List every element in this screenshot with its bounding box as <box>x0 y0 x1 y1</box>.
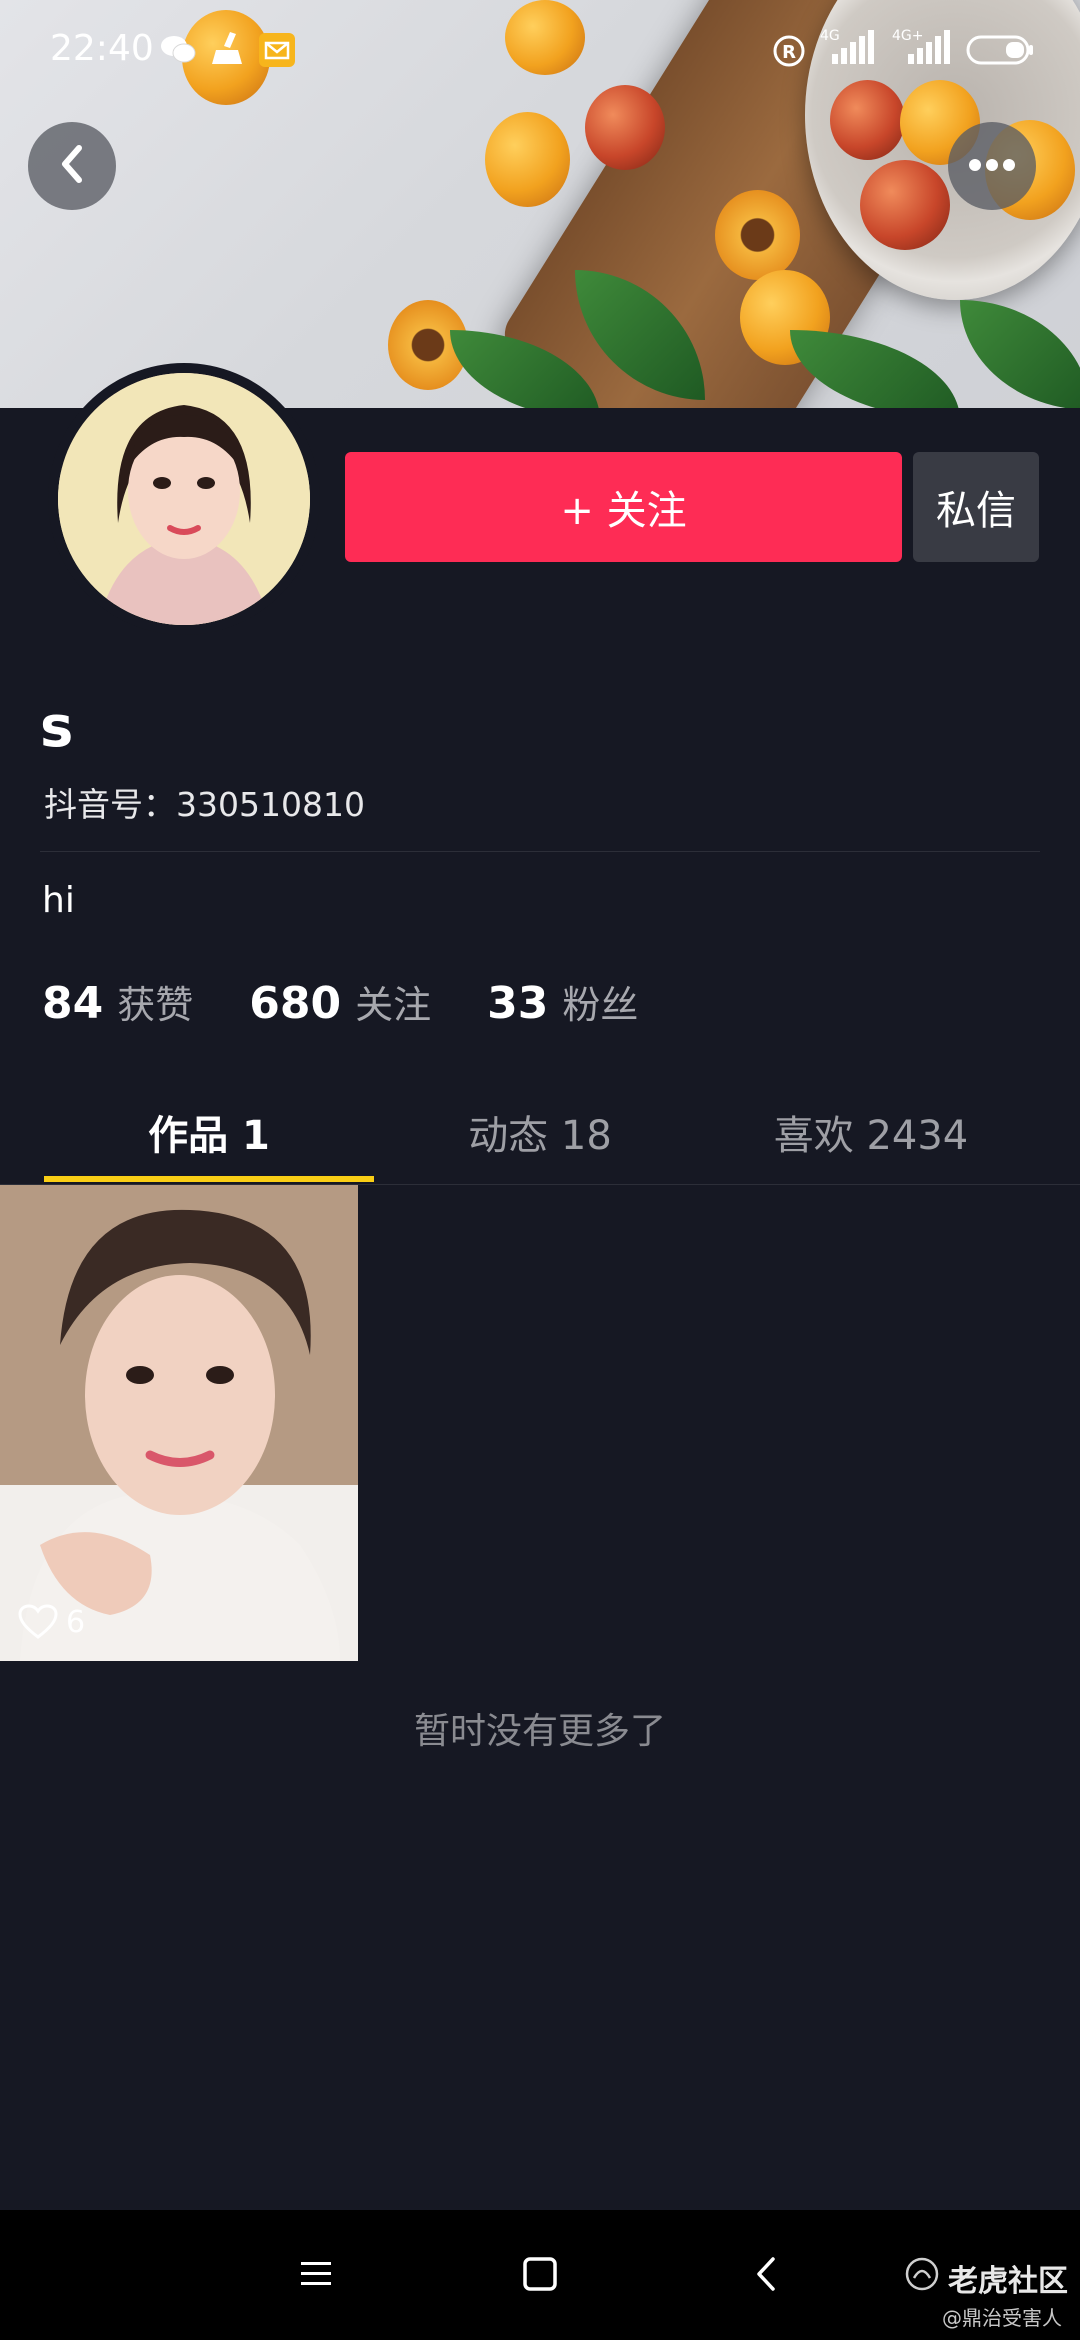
heart-icon <box>18 1604 58 1640</box>
follow-button[interactable]: + 关注 <box>345 452 902 562</box>
likes-count: 84 <box>42 978 104 1029</box>
fans-label: 粉丝 <box>562 983 639 1027</box>
signal-4g-icon: 4G <box>818 28 874 68</box>
stats-row: 84 获赞 680 关注 33 粉丝 <box>42 974 694 1029</box>
tab-works-label: 作品 1 <box>148 1113 270 1159</box>
back-button[interactable] <box>28 122 116 210</box>
apricot-decoration <box>485 112 570 207</box>
tab-indicator <box>44 1176 374 1182</box>
watermark-logo-icon <box>904 2256 940 2296</box>
back-nav-button[interactable] <box>736 2248 796 2304</box>
following-count: 680 <box>249 978 342 1029</box>
registered-icon: R <box>772 34 806 72</box>
svg-text:R: R <box>782 42 796 63</box>
message-button-label: 私信 <box>936 488 1016 534</box>
home-button[interactable] <box>510 2248 570 2304</box>
ellipsis-icon <box>968 157 1016 176</box>
video-thumbnail[interactable] <box>0 1185 358 1661</box>
square-icon <box>522 2256 558 2296</box>
tab-bar: 作品 1 动态 18 喜欢 2434 <box>0 1080 1080 1185</box>
message-button[interactable]: 私信 <box>913 452 1039 562</box>
apricot-decoration <box>860 160 950 250</box>
more-button[interactable] <box>948 122 1036 210</box>
avatar[interactable] <box>58 373 310 625</box>
likes-count-thumbnail: 6 <box>66 1604 86 1640</box>
chevron-left-icon <box>55 142 89 190</box>
username: s <box>40 695 74 760</box>
menu-button[interactable] <box>286 2248 346 2304</box>
likes-label: 获赞 <box>117 983 194 1027</box>
watermark-subtitle: @鼎治受害人 <box>942 2306 1062 2330</box>
divider <box>40 851 1040 852</box>
fans-count: 33 <box>487 978 549 1029</box>
leaf-decoration <box>960 300 1080 408</box>
douyin-id: 抖音号：330510810 <box>44 785 365 824</box>
status-bar: 22:40 R 4G 4G+ <box>0 0 1080 100</box>
apricot-decoration <box>715 190 800 280</box>
watermark-title: 老虎社区 <box>948 2264 1068 2299</box>
menu-icon <box>299 2259 333 2293</box>
bio: hi <box>42 880 75 921</box>
follow-button-label: + 关注 <box>560 488 687 534</box>
thumbnail-likes: 6 <box>18 1604 85 1640</box>
following-label: 关注 <box>355 983 432 1027</box>
back-triangle-icon <box>754 2256 778 2296</box>
stat-fans[interactable]: 33 粉丝 <box>487 974 638 1029</box>
stat-likes[interactable]: 84 获赞 <box>42 974 193 1029</box>
tab-activity[interactable]: 动态 18 <box>375 1080 705 1184</box>
mail-icon <box>258 32 296 72</box>
tab-works[interactable]: 作品 1 <box>44 1080 374 1184</box>
wechat-icon <box>160 34 196 68</box>
stat-following[interactable]: 680 关注 <box>249 974 431 1029</box>
tab-likes-label: 喜欢 2434 <box>773 1113 969 1159</box>
tab-activity-label: 动态 18 <box>468 1113 612 1159</box>
avatar-frame <box>48 363 320 635</box>
network-type-2: 4G+ <box>892 28 924 44</box>
tab-likes[interactable]: 喜欢 2434 <box>706 1080 1036 1184</box>
leaf-decoration <box>790 330 960 408</box>
network-type-1: 4G <box>820 28 840 44</box>
cleaner-icon <box>210 30 244 70</box>
no-more-text: 暂时没有更多了 <box>413 1711 666 1752</box>
status-time: 22:40 <box>50 28 154 69</box>
signal-4g-plus-icon: 4G+ <box>890 28 952 72</box>
battery-icon <box>966 34 1036 70</box>
